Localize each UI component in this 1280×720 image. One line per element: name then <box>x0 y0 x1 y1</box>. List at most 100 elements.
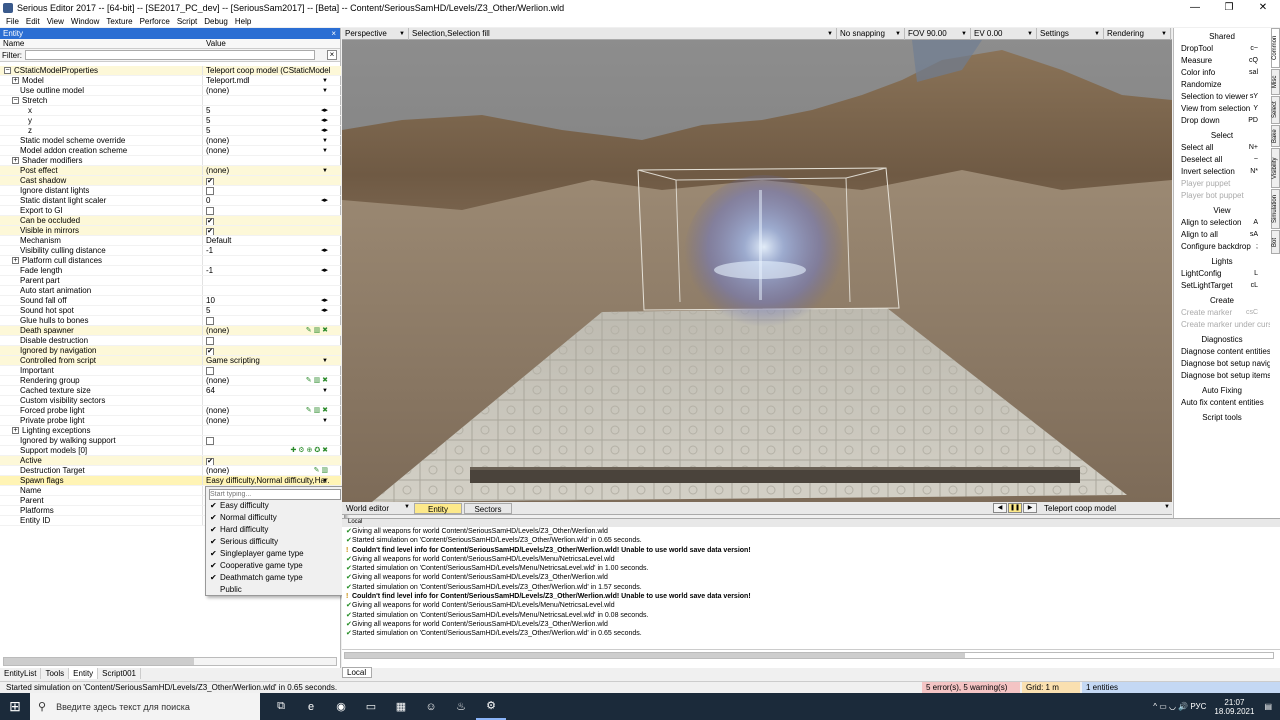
property-value[interactable] <box>203 336 330 345</box>
property-value[interactable]: 5 ◂▸ <box>203 106 330 115</box>
tool-button[interactable]: Drop down PD <box>1174 115 1270 127</box>
property-row[interactable]: Support models [0] ✚ ⚙ ⊕ ✪ ✖ <box>0 446 341 456</box>
windows-start-icon[interactable]: ⊞ <box>0 693 30 720</box>
menu-texture[interactable]: Texture <box>106 17 132 26</box>
log-line[interactable]: ✔Started simulation on 'Content/SeriousS… <box>342 536 1280 545</box>
property-checkbox[interactable] <box>206 337 214 345</box>
property-row[interactable]: Static model scheme override (none) ▼ <box>0 136 341 146</box>
property-row[interactable]: Destruction Target (none) ✎ ▥ <box>0 466 341 476</box>
filter-clear-button[interactable]: × <box>327 50 337 60</box>
property-value[interactable]: Easy difficulty,Normal difficulty,Har...… <box>203 476 330 485</box>
property-value[interactable] <box>203 426 330 435</box>
property-value[interactable]: 5 ◂▸ <box>203 306 330 315</box>
dropdown-option[interactable]: Public <box>206 584 344 596</box>
dropdown-option[interactable]: ✔ Serious difficulty <box>206 536 344 548</box>
tool-button[interactable]: Color info sal <box>1174 67 1270 79</box>
log-line[interactable]: ✔Giving all weapons for world Content/Se… <box>342 601 1280 610</box>
property-row[interactable]: Ignored by navigation ✔ <box>0 346 341 356</box>
log-line[interactable]: ✔Started simulation on 'Content/SeriousS… <box>342 629 1280 638</box>
property-value[interactable]: 5 ◂▸ <box>203 126 330 135</box>
log-line[interactable]: ✔Giving all weapons for world Content/Se… <box>342 620 1280 629</box>
tab-local[interactable]: Local <box>342 667 372 678</box>
property-row[interactable]: Post effect (none) ▼ <box>0 166 341 176</box>
tools-tab[interactable]: Select <box>1271 96 1280 124</box>
chevron-down-icon[interactable]: ▼ <box>322 136 328 145</box>
property-row[interactable]: Static distant light scaler 0 ◂▸ <box>0 196 341 206</box>
property-value[interactable]: 5 ◂▸ <box>203 116 330 125</box>
menu-perforce[interactable]: Perforce <box>140 17 170 26</box>
log-line[interactable]: ✔Started simulation on 'Content/SeriousS… <box>342 564 1280 573</box>
property-row[interactable]: Rendering group (none) ✎ ▥ ✖ <box>0 376 341 386</box>
snapping-select[interactable]: No snapping ▼ <box>837 28 905 40</box>
dropdown-option[interactable]: ✔ Deathmatch game type <box>206 572 344 584</box>
notifications-icon[interactable]: ▤ <box>1264 702 1272 711</box>
property-row[interactable]: − CStaticModelProperties Teleport coop mod… <box>0 66 341 76</box>
property-row[interactable]: Fade length -1 ◂▸ <box>0 266 341 276</box>
expand-icon[interactable]: + <box>12 157 19 165</box>
property-row[interactable]: Ignore distant lights <box>0 186 341 196</box>
close-button[interactable]: ✕ <box>1246 0 1280 15</box>
property-row[interactable]: Visibility culling distance -1 ◂▸ <box>0 246 341 256</box>
property-row[interactable]: − Stretch <box>0 96 341 106</box>
log-line[interactable]: ✔Giving all weapons for world Content/Se… <box>342 555 1280 564</box>
property-value[interactable] <box>203 316 330 325</box>
menu-debug[interactable]: Debug <box>204 17 228 26</box>
tool-button[interactable]: Align to selection A <box>1174 217 1270 229</box>
property-action-icons[interactable]: ✎ ▥ ✖ <box>306 406 328 415</box>
chevron-down-icon[interactable]: ▼ <box>322 86 328 95</box>
property-value[interactable]: (none) ▼ <box>203 416 330 425</box>
property-row[interactable]: Sound fall off 10 ◂▸ <box>0 296 341 306</box>
serious-editor-icon[interactable]: ⚙ <box>476 693 506 720</box>
property-value[interactable] <box>203 396 330 405</box>
tools-tab[interactable]: Visibility <box>1271 148 1280 188</box>
rendering-select[interactable]: Rendering ▼ <box>1104 28 1171 40</box>
property-row[interactable]: Controlled from script Game scripting ▼ <box>0 356 341 366</box>
chevron-down-icon[interactable]: ▼ <box>322 146 328 155</box>
tool-button[interactable]: Measure cQ <box>1174 55 1270 67</box>
property-action-icons[interactable]: ✎ ▥ ✖ <box>306 326 328 335</box>
clock[interactable]: 21:07 18.09.2021 <box>1214 698 1254 716</box>
tab-sectors-mode[interactable]: Sectors <box>464 502 512 514</box>
tools-tab[interactable]: Misc <box>1271 69 1280 95</box>
property-value[interactable]: (none) ✎ ▥ ✖ <box>203 376 330 385</box>
menu-file[interactable]: File <box>6 17 19 26</box>
tools-tab[interactable]: Simulation <box>1271 189 1280 229</box>
expand-icon[interactable]: + <box>12 77 19 85</box>
tab-entity-mode[interactable]: Entity <box>414 502 462 514</box>
tool-button[interactable]: View from selection Y <box>1174 103 1270 115</box>
property-checkbox[interactable]: ✔ <box>206 348 214 355</box>
tool-button[interactable]: Selection to viewer sY <box>1174 91 1270 103</box>
property-value[interactable] <box>203 436 330 445</box>
tool-button[interactable]: LightConfig L <box>1174 268 1270 280</box>
log-line[interactable]: ! Couldn't find level info for Content/Se… <box>342 592 1280 601</box>
property-row[interactable]: + Model Teleport.mdl ▼ <box>0 76 341 86</box>
property-value[interactable]: 0 ◂▸ <box>203 196 330 205</box>
name-column-header[interactable]: Name <box>0 39 203 48</box>
property-checkbox[interactable] <box>206 187 214 195</box>
log-line[interactable]: ! Couldn't find level info for Content/Se… <box>342 546 1280 555</box>
property-row[interactable]: Glue hulls to bones <box>0 316 341 326</box>
property-action-icons[interactable]: ✎ ▥ <box>314 466 328 475</box>
chevron-down-icon[interactable]: ▼ <box>322 356 328 365</box>
spinner-arrows-icon[interactable]: ◂▸ <box>321 106 328 115</box>
property-row[interactable]: + Lighting exceptions <box>0 426 341 436</box>
dropdown-option[interactable]: ✔ Normal difficulty <box>206 512 344 524</box>
property-value[interactable]: (none) ▼ <box>203 146 330 155</box>
tool-button[interactable]: Diagnose bot setup navigation <box>1174 358 1270 370</box>
dropdown-option[interactable]: ✔ Cooperative game type <box>206 560 344 572</box>
value-column-header[interactable]: Value <box>203 39 226 48</box>
filter-input[interactable] <box>25 50 315 60</box>
discord-icon[interactable]: ☺ <box>416 693 446 720</box>
property-row[interactable]: Mechanism Default <box>0 236 341 246</box>
tool-button[interactable]: Deselect all ~ <box>1174 154 1270 166</box>
property-checkbox[interactable]: ✔ <box>206 218 214 225</box>
tools-tab[interactable]: Bot <box>1271 230 1280 254</box>
store-icon[interactable]: ▦ <box>386 693 416 720</box>
spinner-arrows-icon[interactable]: ◂▸ <box>321 306 328 315</box>
3d-viewport[interactable] <box>342 40 1172 502</box>
log-line[interactable]: ✔Started simulation on 'Content/SeriousS… <box>342 583 1280 592</box>
spinner-arrows-icon[interactable]: ◂▸ <box>321 296 328 305</box>
edge-browser-icon[interactable]: e <box>296 693 326 720</box>
step-forward-button[interactable]: ▶ <box>1023 503 1037 513</box>
property-row[interactable]: + Shader modifiers <box>0 156 341 166</box>
